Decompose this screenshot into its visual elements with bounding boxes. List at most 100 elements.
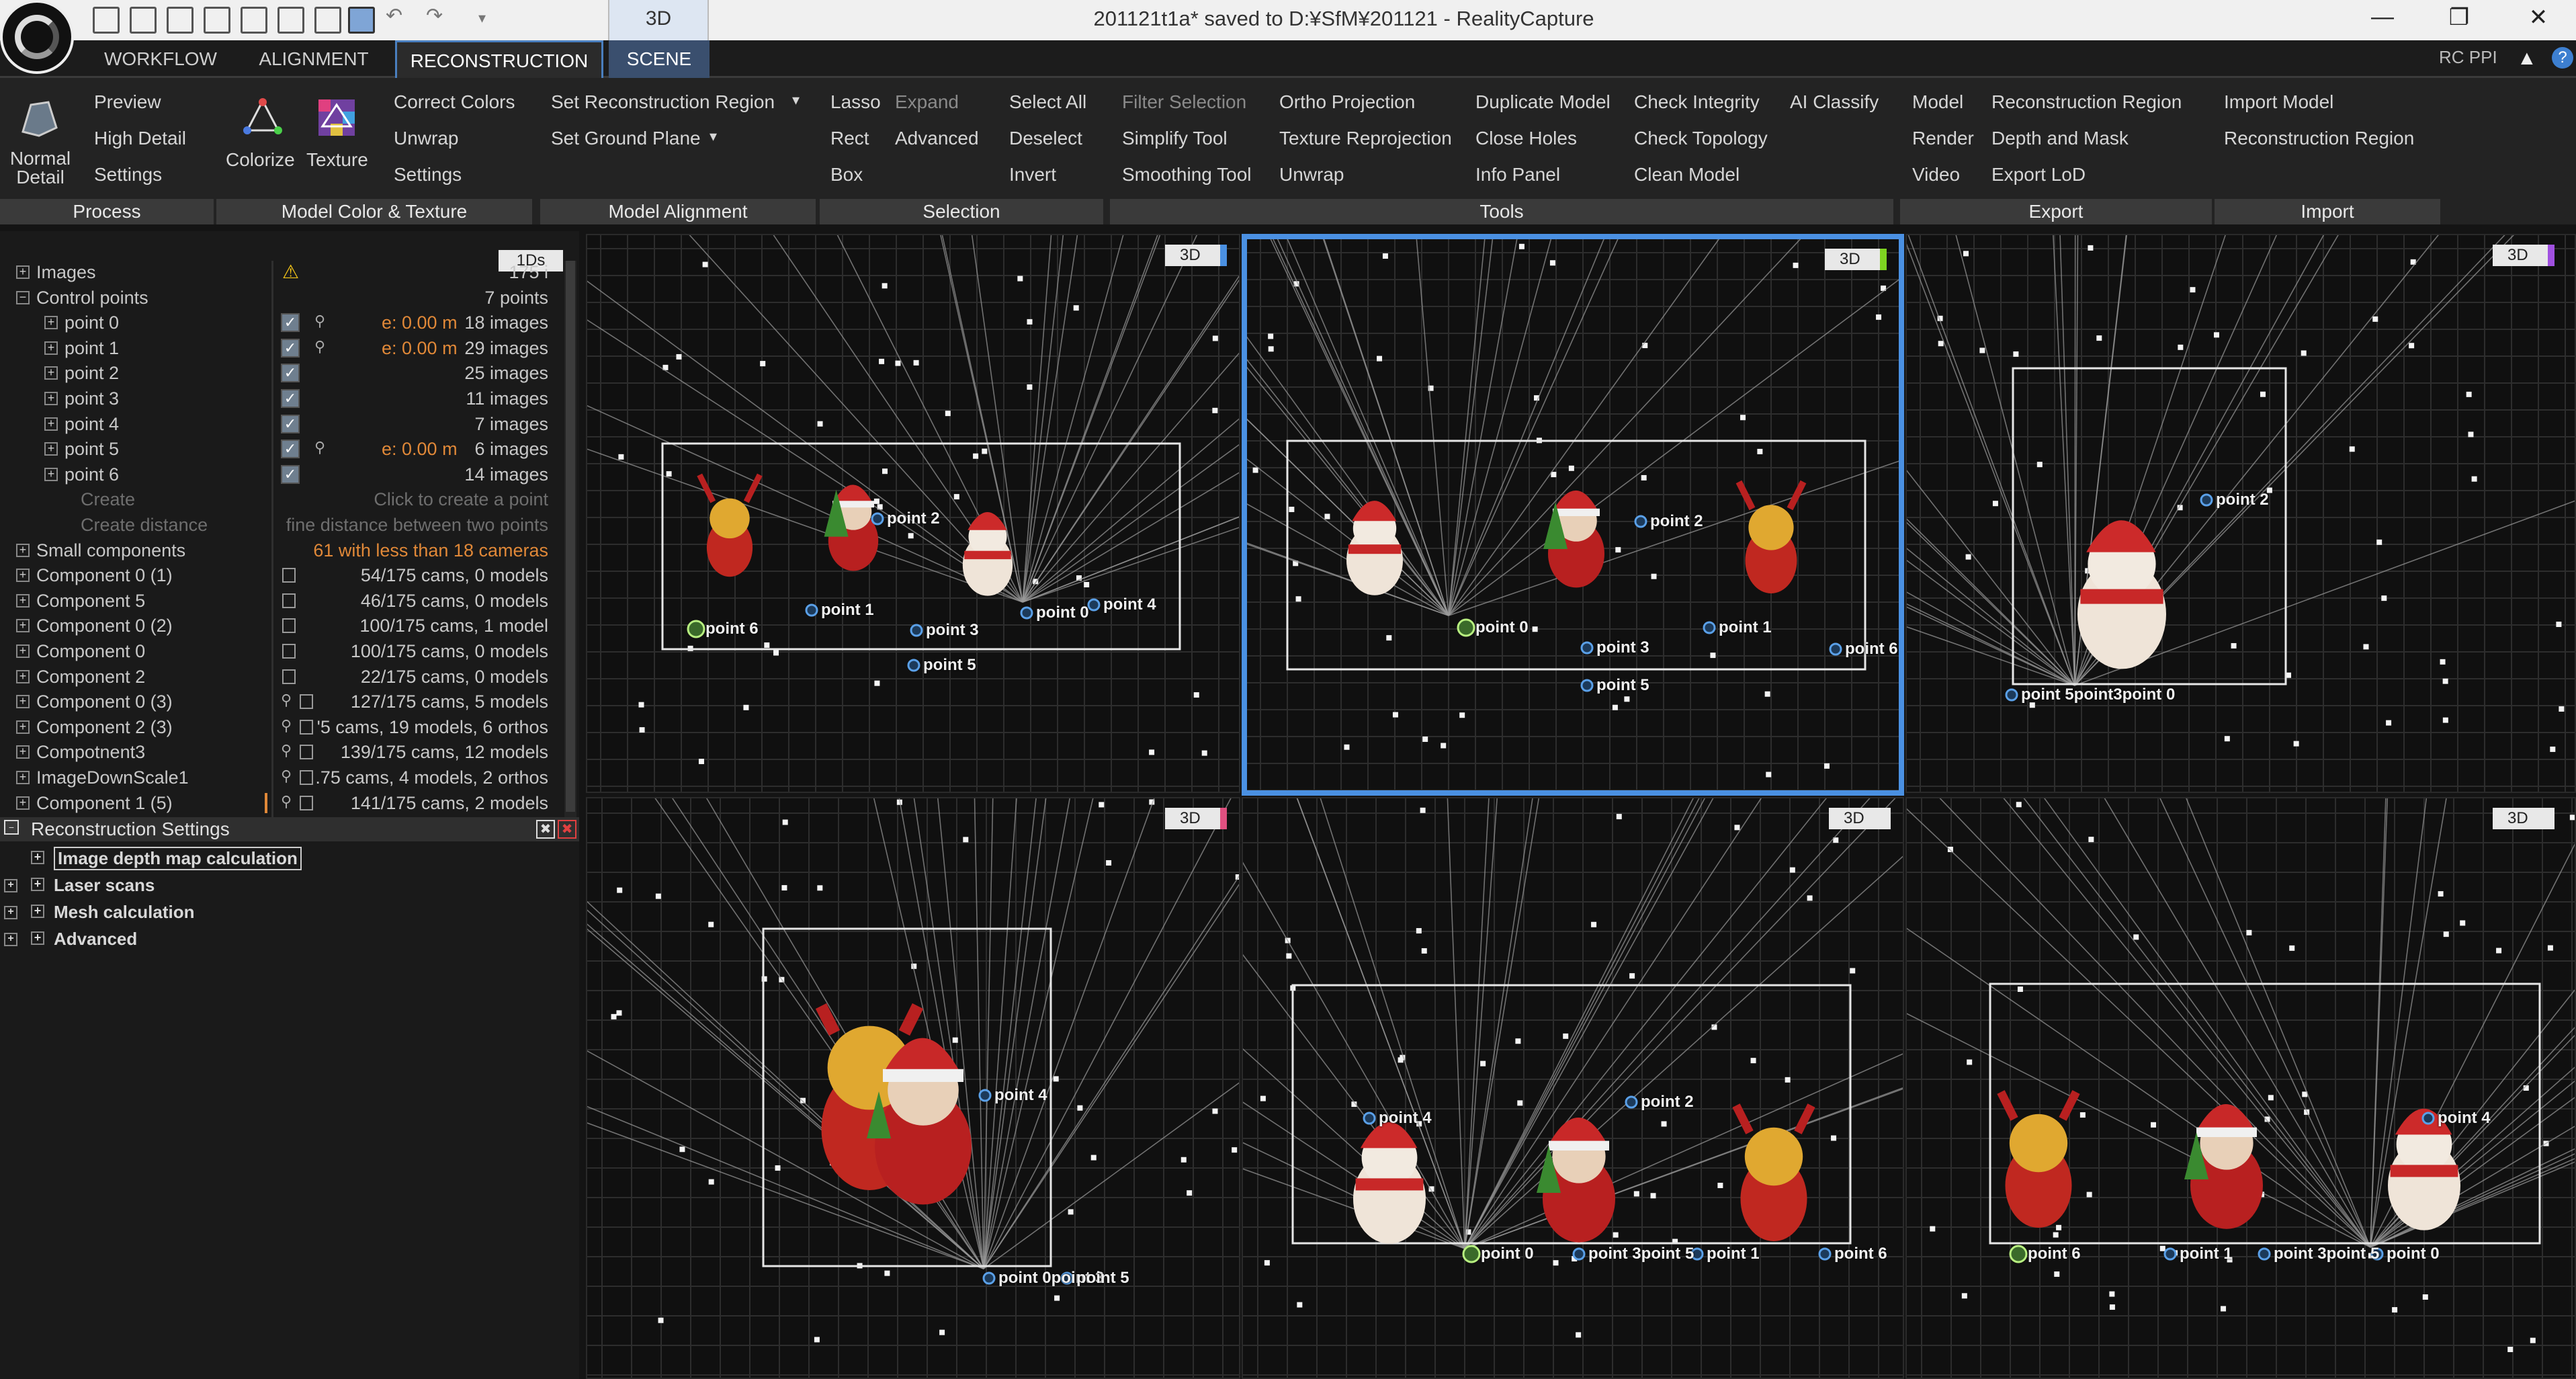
tab-alignment[interactable]: ALIGNMENT [243,40,384,78]
control-point-marker[interactable] [910,624,923,637]
point-1-row[interactable]: + point 1 ✓ ⚲ e: 0.00 m 29 images [0,335,579,360]
control-point-marker[interactable] [1703,621,1716,634]
tab-reconstruction[interactable]: RECONSTRUCTION [395,40,603,78]
texture-button[interactable]: Texture [306,149,368,171]
control-point-marker[interactable] [2421,1112,2435,1125]
preview-button[interactable]: Preview [94,91,161,113]
export-model-button[interactable]: Model [1912,91,1963,113]
control-point-marker[interactable] [1625,1095,1638,1109]
expand-toggle-icon[interactable]: + [44,341,58,355]
collapse-icon[interactable]: − [4,820,19,835]
viewport-3d-top-center[interactable]: point 0 point 2 point 3 point 1 point 6 point… [1242,234,1904,796]
expand-toggle-icon[interactable]: + [16,745,30,759]
control-point-marker[interactable] [1818,1247,1832,1261]
visibility-checkbox[interactable]: ✓ [281,313,300,333]
point-3-row[interactable]: + point 3 ✓ 11 images [0,386,579,411]
control-point-marker[interactable] [1462,1245,1481,1263]
tab-3d[interactable]: 3D [608,0,709,40]
control-point-marker[interactable] [2009,1245,2028,1263]
visibility-checkbox[interactable]: ✓ [281,414,300,433]
export-render-button[interactable]: Render [1912,128,1974,149]
expand-toggle-icon[interactable]: + [16,796,30,810]
view-3d-badge[interactable]: 3D [1165,808,1227,829]
visibility-checkbox[interactable]: ✓ [281,338,300,358]
undo-icon[interactable]: ↶ [386,4,402,28]
component-0-3-row[interactable]: + Component 0 (3) ⚲ 127/175 cams, 5 models [0,689,579,714]
normal-detail-button[interactable]: Normal Detail [8,149,73,187]
lasso-button[interactable]: Lasso [830,91,881,113]
ai-classify-button[interactable]: AI Classify [1790,91,1879,113]
expand-toggle-icon[interactable]: + [44,392,58,405]
point-2-row[interactable]: + point 2 ✓ 25 images [0,360,579,385]
tab-workflow[interactable]: WORKFLOW [83,40,238,78]
import-reconstruction-region-button[interactable]: Reconstruction Region [2224,128,2414,149]
layout-5-icon[interactable] [241,7,267,34]
realitycapture-logo-icon[interactable] [0,0,74,74]
imagedownscale1-row[interactable]: + ImageDownScale1 ⚲ .75 cams, 4 models, 2 o… [0,765,579,790]
expand-toggle-icon[interactable]: + [16,695,30,709]
viewport-3d-top-right[interactable]: point 5point3point 0 point 2 3D [1905,234,2576,793]
minimize-button[interactable]: — [2362,4,2403,30]
control-point-marker[interactable] [978,1089,992,1102]
export-video-button[interactable]: Video [1912,164,1960,185]
layout-2-icon[interactable] [130,7,157,34]
component-0-2-row[interactable]: + Component 0 (2) 100/175 cams, 1 model [0,613,579,638]
expand-toggle-icon[interactable]: + [44,417,58,431]
settings-row-laser-scans[interactable]: + + Laser scans [0,871,579,898]
texture-settings-button[interactable]: Settings [394,164,462,185]
component-5-row[interactable]: + Component 5 46/175 cams, 0 models [0,588,579,613]
control-point-marker[interactable] [1580,679,1594,692]
control-point-marker[interactable] [2258,1247,2271,1261]
layout-1-icon[interactable] [93,7,120,34]
invert-button[interactable]: Invert [1009,164,1056,185]
expand-toggle-icon[interactable]: + [16,569,30,583]
unwrap-button[interactable]: Unwrap [394,128,458,149]
ortho-projection-button[interactable]: Ortho Projection [1279,91,1415,113]
tab-scene[interactable]: SCENE [609,40,710,78]
view-3d-badge[interactable]: 3D [1825,249,1887,270]
expand-toggle-icon[interactable]: − [16,290,30,304]
control-point-marker[interactable] [1363,1112,1376,1125]
control-points-row[interactable]: − Control points 7 points [0,285,579,310]
component-0-row[interactable]: + Component 0 100/175 cams, 0 models [0,638,579,663]
view-3d-badge[interactable]: 3D [1829,808,1891,829]
pin-panel-icon[interactable]: ✖ [536,820,555,839]
viewport-3d-bottom-center[interactable]: point 0 point 3point 5 point 1 point 6 point… [1242,797,1904,1379]
export-reconstruction-region-button[interactable]: Reconstruction Region [1991,91,2182,113]
point-0-row[interactable]: + point 0 ✓ ⚲ e: 0.00 m 18 images [0,310,579,335]
small-components-row[interactable]: + Small components 61 with less than 18 ca… [0,538,579,562]
texture-reprojection-button[interactable]: Texture Reprojection [1279,128,1452,149]
expand-toggle-icon[interactable]: + [44,442,58,456]
check-integrity-button[interactable]: Check Integrity [1634,91,1760,113]
control-point-marker[interactable] [2005,688,2018,702]
process-settings-button[interactable]: Settings [94,164,162,185]
clean-model-button[interactable]: Clean Model [1634,164,1740,185]
advanced-selection-button[interactable]: Advanced [895,128,979,149]
side-expand-icon[interactable]: + [4,906,17,919]
import-model-button[interactable]: Import Model [2224,91,2333,113]
control-point-marker[interactable] [1087,598,1101,612]
restore-button[interactable]: ❐ [2439,4,2479,31]
control-point-marker[interactable] [1020,606,1033,620]
component-1-5-row[interactable]: + Component 1 (5) ⚲ 141/175 cams, 2 models [0,790,579,815]
expand-toggle-icon[interactable]: + [16,720,30,734]
redo-icon[interactable]: ↷ [426,4,443,28]
viewport-3d-bottom-left[interactable]: point 4 point 0point 3 point 5 3D [586,797,1240,1379]
expand-toggle-icon[interactable]: + [44,316,58,330]
create-distance-row[interactable]: Create distance fine distance between two… [0,512,579,537]
rect-button[interactable]: Rect [830,128,869,149]
layout-7-icon[interactable] [314,7,341,34]
unwrap-tool-button[interactable]: Unwrap [1279,164,1344,185]
info-panel-button[interactable]: Info Panel [1475,164,1560,185]
expand-toggle-icon[interactable]: + [16,619,30,633]
visibility-checkbox[interactable]: ✓ [281,364,300,383]
control-point-marker[interactable] [1580,641,1594,655]
control-point-marker[interactable] [2200,493,2213,507]
export-lod-button[interactable]: Export LoD [1991,164,2086,185]
expand-toggle-icon[interactable]: + [16,771,30,784]
set-reconstruction-region-button[interactable]: Set Reconstruction Region [551,91,775,113]
settings-row-advanced[interactable]: + + Advanced [0,925,579,952]
close-button[interactable]: ✕ [2518,4,2559,31]
compotnent3-row[interactable]: + Compotnent3 ⚲ 139/175 cams, 12 models [0,739,579,764]
layout-4-icon[interactable] [204,7,230,34]
